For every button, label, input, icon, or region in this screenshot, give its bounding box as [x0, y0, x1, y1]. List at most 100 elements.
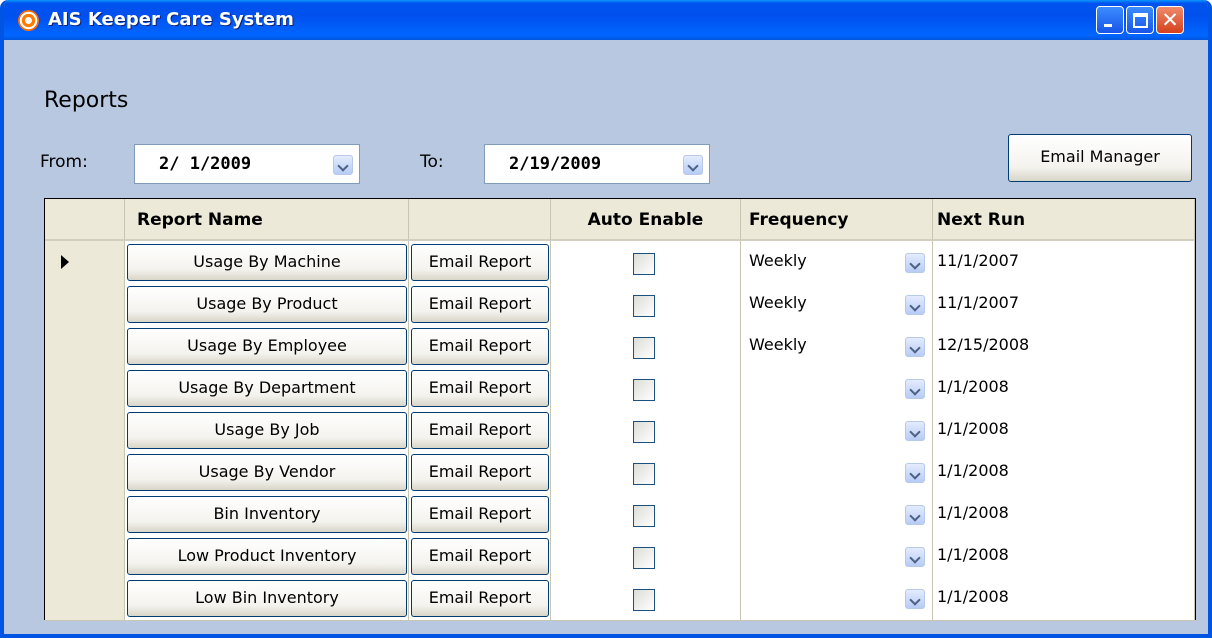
- email-report-button[interactable]: Email Report: [411, 580, 549, 617]
- column-header-next-run[interactable]: Next Run: [933, 199, 1195, 241]
- auto-enable-cell: [551, 325, 741, 369]
- from-date-picker[interactable]: 2/ 1/2009: [134, 144, 360, 184]
- row-header[interactable]: [45, 577, 125, 621]
- column-header-email[interactable]: [409, 199, 551, 241]
- email-report-button[interactable]: Email Report: [411, 286, 549, 323]
- next-run-cell[interactable]: 1/1/2008: [933, 535, 1195, 579]
- frequency-cell[interactable]: Weekly: [741, 325, 933, 369]
- email-report-button[interactable]: Email Report: [411, 244, 549, 281]
- auto-enable-checkbox[interactable]: [633, 253, 655, 275]
- row-header[interactable]: [45, 451, 125, 495]
- frequency-value: Weekly: [749, 293, 807, 312]
- next-run-value: 1/1/2008: [937, 587, 1009, 606]
- row-header[interactable]: [45, 493, 125, 537]
- email-report-button[interactable]: Email Report: [411, 496, 549, 533]
- auto-enable-cell: [551, 451, 741, 495]
- report-button[interactable]: Usage By Product: [127, 286, 407, 323]
- auto-enable-checkbox[interactable]: [633, 547, 655, 569]
- frequency-cell[interactable]: [741, 577, 933, 621]
- next-run-cell[interactable]: 1/1/2008: [933, 451, 1195, 495]
- app-window: AIS Keeper Care System ✕ Reports From: 2…: [0, 0, 1212, 638]
- row-header[interactable]: [45, 283, 125, 327]
- next-run-cell[interactable]: 1/1/2008: [933, 493, 1195, 537]
- close-button[interactable]: ✕: [1156, 6, 1184, 34]
- report-name-cell: Bin Inventory: [125, 493, 409, 537]
- report-button[interactable]: Bin Inventory: [127, 496, 407, 533]
- frequency-cell[interactable]: [741, 493, 933, 537]
- report-name-cell: Usage By Machine: [125, 241, 409, 285]
- frequency-cell[interactable]: Weekly: [741, 283, 933, 327]
- report-button[interactable]: Low Bin Inventory: [127, 580, 407, 617]
- report-button[interactable]: Usage By Department: [127, 370, 407, 407]
- next-run-cell[interactable]: 1/1/2008: [933, 577, 1195, 621]
- auto-enable-checkbox[interactable]: [633, 337, 655, 359]
- auto-enable-checkbox[interactable]: [633, 379, 655, 401]
- column-header-auto-enable[interactable]: Auto Enable: [551, 199, 741, 241]
- from-date-value: 2/ 1/2009: [159, 154, 252, 174]
- app-logo-icon: [18, 10, 39, 31]
- next-run-value: 1/1/2008: [937, 461, 1009, 480]
- email-report-button[interactable]: Email Report: [411, 328, 549, 365]
- frequency-dropdown-icon[interactable]: [905, 505, 925, 525]
- report-button[interactable]: Low Product Inventory: [127, 538, 407, 575]
- next-run-cell[interactable]: 12/15/2008: [933, 325, 1195, 369]
- next-run-value: 1/1/2008: [937, 377, 1009, 396]
- row-header[interactable]: [45, 325, 125, 369]
- column-header-frequency[interactable]: Frequency: [741, 199, 933, 241]
- frequency-dropdown-icon[interactable]: [905, 295, 925, 315]
- maximize-button[interactable]: [1126, 6, 1154, 34]
- row-header[interactable]: [45, 409, 125, 453]
- row-header[interactable]: [45, 367, 125, 411]
- email-cell: Email Report: [409, 325, 551, 369]
- email-cell: Email Report: [409, 451, 551, 495]
- row-header-corner: [45, 199, 125, 241]
- auto-enable-checkbox[interactable]: [633, 295, 655, 317]
- row-header[interactable]: [45, 241, 125, 285]
- frequency-dropdown-icon[interactable]: [905, 421, 925, 441]
- email-manager-button[interactable]: Email Manager: [1008, 134, 1192, 182]
- title-bar[interactable]: AIS Keeper Care System ✕: [4, 0, 1208, 40]
- email-report-button[interactable]: Email Report: [411, 412, 549, 449]
- next-run-cell[interactable]: 11/1/2007: [933, 283, 1195, 327]
- auto-enable-checkbox[interactable]: [633, 463, 655, 485]
- to-date-picker[interactable]: 2/19/2009: [484, 144, 710, 184]
- column-header-report-name[interactable]: Report Name: [125, 199, 409, 241]
- email-report-button[interactable]: Email Report: [411, 370, 549, 407]
- report-button[interactable]: Usage By Vendor: [127, 454, 407, 491]
- minimize-button[interactable]: [1096, 6, 1124, 34]
- frequency-dropdown-icon[interactable]: [905, 337, 925, 357]
- frequency-dropdown-icon[interactable]: [905, 253, 925, 273]
- frequency-dropdown-icon[interactable]: [905, 379, 925, 399]
- frequency-cell[interactable]: [741, 409, 933, 453]
- email-report-button[interactable]: Email Report: [411, 538, 549, 575]
- frequency-dropdown-icon[interactable]: [905, 589, 925, 609]
- frequency-dropdown-icon[interactable]: [905, 463, 925, 483]
- next-run-cell[interactable]: 1/1/2008: [933, 409, 1195, 453]
- email-report-button[interactable]: Email Report: [411, 454, 549, 491]
- frequency-cell[interactable]: [741, 535, 933, 579]
- auto-enable-cell: [551, 535, 741, 579]
- from-date-dropdown-icon[interactable]: [333, 155, 353, 175]
- auto-enable-checkbox[interactable]: [633, 421, 655, 443]
- email-cell: Email Report: [409, 367, 551, 411]
- report-button[interactable]: Usage By Employee: [127, 328, 407, 365]
- next-run-cell[interactable]: 1/1/2008: [933, 367, 1195, 411]
- frequency-dropdown-icon[interactable]: [905, 547, 925, 567]
- auto-enable-checkbox[interactable]: [633, 505, 655, 527]
- report-name-cell: Usage By Vendor: [125, 451, 409, 495]
- to-date-dropdown-icon[interactable]: [683, 155, 703, 175]
- row-header[interactable]: [45, 535, 125, 579]
- to-date-value: 2/19/2009: [509, 154, 602, 174]
- frequency-cell[interactable]: Weekly: [741, 241, 933, 285]
- report-button[interactable]: Usage By Job: [127, 412, 407, 449]
- next-run-cell[interactable]: 11/1/2007: [933, 241, 1195, 285]
- frequency-cell[interactable]: [741, 451, 933, 495]
- from-label: From:: [40, 152, 88, 172]
- email-cell: Email Report: [409, 409, 551, 453]
- next-run-value: 11/1/2007: [937, 293, 1020, 312]
- email-cell: Email Report: [409, 283, 551, 327]
- window-title: AIS Keeper Care System: [48, 9, 294, 30]
- frequency-cell[interactable]: [741, 367, 933, 411]
- report-button[interactable]: Usage By Machine: [127, 244, 407, 281]
- auto-enable-checkbox[interactable]: [633, 589, 655, 611]
